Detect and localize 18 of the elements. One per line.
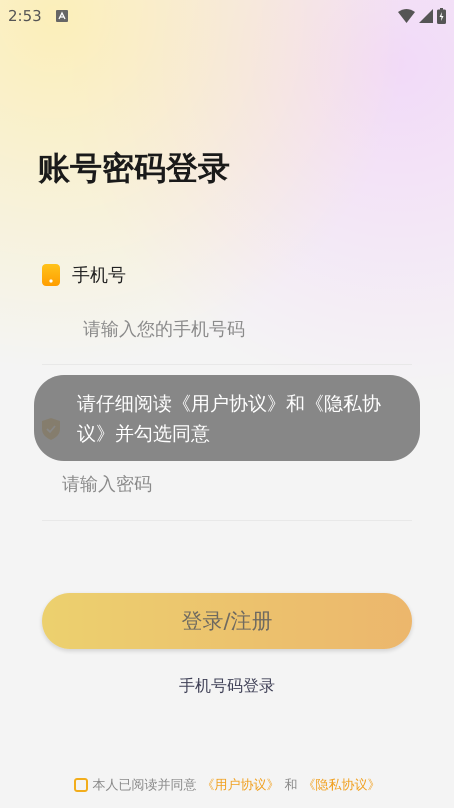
login-button[interactable]: 登录/注册 (42, 593, 412, 649)
phone-label: 手机号 (72, 264, 126, 287)
status-time: 2:53 (8, 7, 42, 25)
agreement-conjunction: 和 (284, 777, 298, 794)
page-title: 账号密码登录 (38, 148, 231, 189)
privacy-agreement-link[interactable]: 《隐私协议》 (302, 776, 380, 794)
toast-message: 请仔细阅读《用户协议》和《隐私协议》并勾选同意 (34, 375, 420, 461)
keyboard-icon (56, 10, 68, 22)
user-agreement-link[interactable]: 《用户协议》 (202, 776, 280, 794)
phone-login-link[interactable]: 手机号码登录 (173, 675, 281, 698)
agreement-checkbox[interactable] (74, 778, 88, 792)
password-input[interactable]: 请输入密码 (42, 449, 412, 521)
signal-icon (419, 9, 433, 23)
agreement-text: 本人已阅读并同意 (92, 777, 196, 794)
phone-input[interactable]: 请输入您的手机号码 (42, 295, 412, 365)
battery-icon (437, 8, 446, 24)
wifi-icon (398, 9, 415, 23)
phone-icon (42, 264, 60, 286)
